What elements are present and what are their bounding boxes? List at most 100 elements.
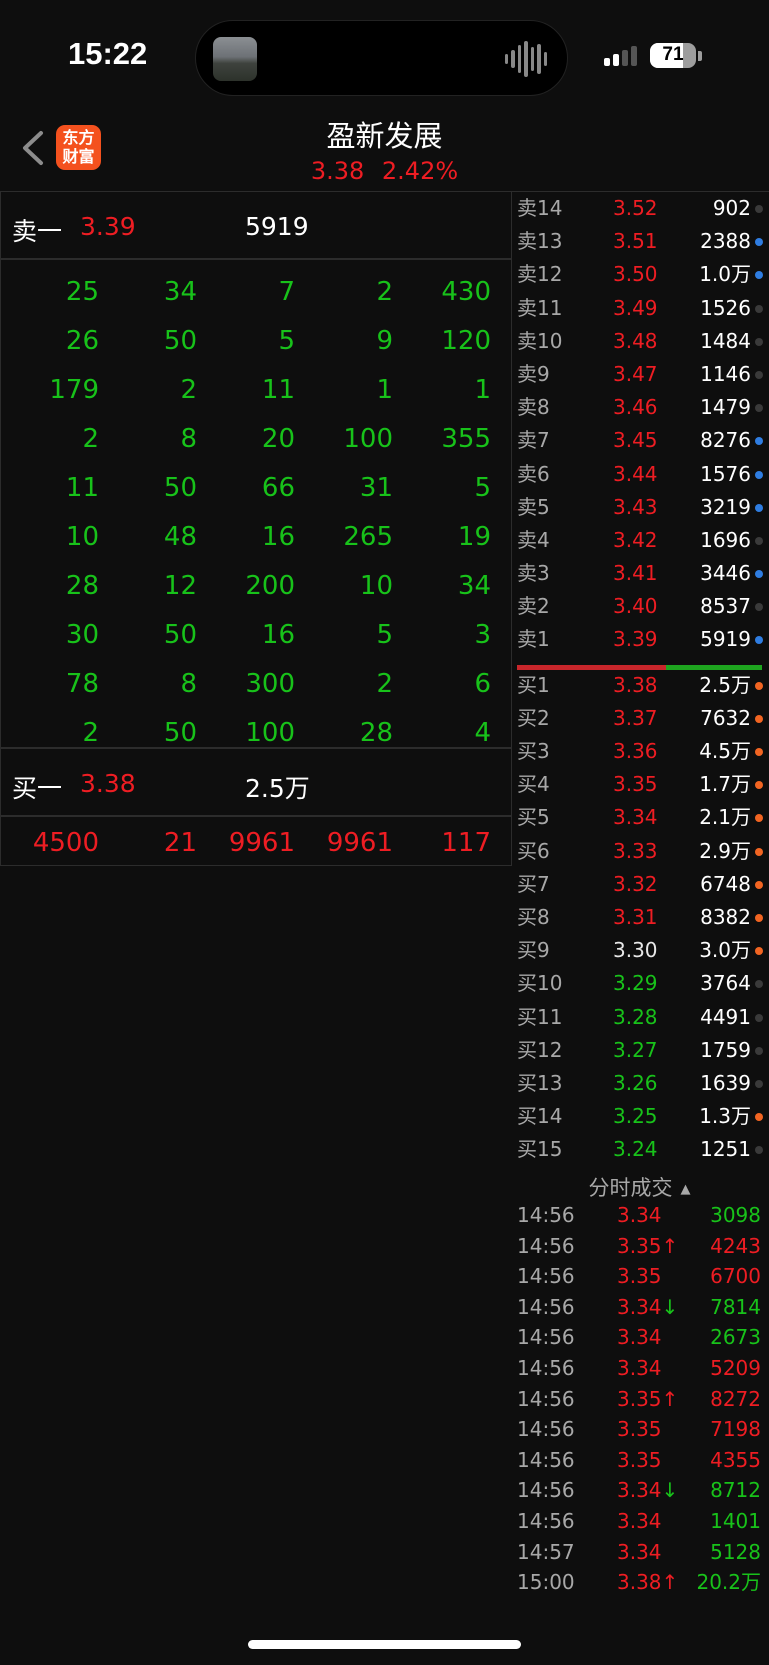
arrow-up-icon: ↑ — [661, 1570, 679, 1595]
buy1-row[interactable]: 买一 3.38 2.5万 — [1, 749, 511, 817]
ask-level[interactable]: 卖4 3.42 1696 — [517, 524, 769, 557]
level-label: 买14 — [517, 1104, 563, 1129]
audio-waveform-icon — [505, 41, 547, 77]
queue-order-size: 9 — [376, 326, 393, 356]
order-dot-icon — [755, 370, 763, 379]
trade-row: 14:56 3.35↑ 8272 — [517, 1384, 769, 1415]
ask-level[interactable]: 卖12 3.50 1.0万 — [517, 258, 769, 291]
trade-row: 14:56 3.35 6700 — [517, 1261, 769, 1292]
bid-level[interactable]: 买2 3.37 7632 — [517, 702, 769, 735]
trade-list[interactable]: 14:56 3.34 3098 14:56 3.35↑ 4243 14:56 3.35 6700… — [517, 1200, 769, 1598]
trade-price: 3.35 — [617, 1386, 662, 1411]
level-volume: 1696 — [700, 527, 751, 552]
arrow-up-icon: ↑ — [661, 1386, 679, 1411]
sell-ratio-segment — [666, 665, 762, 670]
order-dot-icon — [755, 814, 763, 823]
level-volume: 1251 — [700, 1137, 751, 1162]
ask-levels: 卖14 3.52 902 卖13 3.51 2388 卖12 3.50 1.0万 卖11 3.49 1… — [517, 192, 769, 657]
level-price: 3.52 — [613, 196, 658, 220]
sell1-row[interactable]: 卖一 3.39 5919 — [1, 192, 511, 260]
queue-order-size: 200 — [245, 571, 295, 601]
bid-level[interactable]: 买5 3.34 2.1万 — [517, 801, 769, 834]
level-price: 3.34 — [613, 805, 658, 830]
trade-price-cell: 3.38↑ — [617, 1567, 679, 1598]
bid-level[interactable]: 买3 3.36 4.5万 — [517, 735, 769, 768]
ask-level[interactable]: 卖8 3.46 1479 — [517, 391, 769, 424]
queue-order-size: 8 — [180, 424, 197, 454]
level-price: 3.44 — [613, 461, 658, 486]
level-label: 卖11 — [517, 295, 563, 320]
bid-level[interactable]: 买8 3.31 8382 — [517, 901, 769, 934]
ask-level[interactable]: 卖2 3.40 8537 — [517, 590, 769, 623]
ask-level[interactable]: 卖11 3.49 1526 — [517, 292, 769, 325]
bid-level[interactable]: 买4 3.35 1.7万 — [517, 768, 769, 801]
ask-level[interactable]: 卖9 3.47 1146 — [517, 358, 769, 391]
ask-level[interactable]: 卖1 3.39 5919 — [517, 623, 769, 656]
ask-level[interactable]: 卖3 3.41 3446 — [517, 557, 769, 590]
bid-level[interactable]: 买9 3.30 3.0万 — [517, 934, 769, 967]
order-dot-icon — [755, 980, 763, 989]
buy1-order-queue: 4500 21 9961 9961 117 — [1, 817, 511, 869]
level-volume: 4491 — [700, 1004, 751, 1029]
level-volume: 2.5万 — [699, 672, 751, 697]
trade-price-cell: 3.34 — [617, 1506, 662, 1537]
ask-level[interactable]: 卖5 3.43 3219 — [517, 491, 769, 524]
order-dot-icon — [755, 636, 763, 645]
queue-order-size: 66 — [261, 473, 295, 503]
level-price: 3.43 — [613, 494, 658, 519]
bid-level[interactable]: 买1 3.38 2.5万 — [517, 669, 769, 702]
trade-price-cell: 3.35 — [617, 1445, 662, 1476]
queue-row: 11 50 66 31 5 — [1, 464, 511, 513]
trade-row: 14:56 3.34 2673 — [517, 1322, 769, 1353]
home-indicator[interactable] — [248, 1640, 521, 1649]
trade-row: 14:56 3.34 5209 — [517, 1353, 769, 1384]
order-book: 卖14 3.52 902 卖13 3.51 2388 卖12 3.50 1.0万 卖11 3.49 1… — [517, 192, 769, 1166]
bid-level[interactable]: 买10 3.29 3764 — [517, 967, 769, 1000]
queue-order-size: 2 — [180, 375, 197, 405]
bid-level[interactable]: 买6 3.33 2.9万 — [517, 835, 769, 868]
ask-level[interactable]: 卖10 3.48 1484 — [517, 325, 769, 358]
ask-level[interactable]: 卖6 3.44 1576 — [517, 458, 769, 491]
ask-level[interactable]: 卖14 3.52 902 — [517, 192, 769, 225]
level-volume: 3764 — [700, 971, 751, 996]
queue-order-size: 300 — [245, 669, 295, 699]
level-label: 卖13 — [517, 229, 563, 254]
bid-level[interactable]: 买13 3.26 1639 — [517, 1067, 769, 1100]
bid-level[interactable]: 买14 3.25 1.3万 — [517, 1100, 769, 1133]
level-price: 3.35 — [613, 772, 658, 797]
level-volume: 6748 — [700, 871, 751, 896]
queue-order-size: 34 — [457, 571, 491, 601]
queue-order-size: 48 — [163, 522, 197, 552]
bid-level[interactable]: 买12 3.27 1759 — [517, 1034, 769, 1067]
trade-time: 14:56 — [517, 1203, 575, 1227]
order-dot-icon — [755, 205, 763, 213]
level-label: 买13 — [517, 1070, 563, 1095]
trade-price: 3.34 — [617, 1294, 662, 1319]
trade-time: 14:56 — [517, 1417, 575, 1442]
queue-order-size: 1 — [376, 375, 393, 405]
level-price: 3.36 — [613, 739, 658, 763]
level-price: 3.41 — [613, 561, 658, 586]
buy1-volume: 2.5万 — [245, 774, 310, 803]
level-label: 买9 — [517, 938, 550, 963]
dynamic-island[interactable] — [195, 20, 568, 96]
queue-order-size: 50 — [163, 326, 197, 356]
ask-level[interactable]: 卖7 3.45 8276 — [517, 424, 769, 457]
bid-level[interactable]: 买7 3.32 6748 — [517, 868, 769, 901]
sell1-price: 3.39 — [80, 212, 136, 241]
trades-toggle[interactable]: 分时成交 ▲ — [517, 1172, 762, 1202]
level-label: 买11 — [517, 1004, 563, 1029]
level-price: 3.33 — [613, 838, 658, 863]
bid-level[interactable]: 买15 3.24 1251 — [517, 1133, 769, 1166]
ask-level[interactable]: 卖13 3.51 2388 — [517, 225, 769, 258]
trade-time: 15:00 — [517, 1570, 575, 1595]
bid-level[interactable]: 买11 3.28 4491 — [517, 1001, 769, 1034]
trade-price-cell: 3.35↑ — [617, 1384, 679, 1415]
trade-time: 14:56 — [517, 1355, 575, 1380]
trade-price: 3.35 — [617, 1264, 662, 1289]
trade-price: 3.38 — [617, 1570, 662, 1595]
trade-price-cell: 3.35↑ — [617, 1231, 678, 1262]
trade-price: 3.35 — [617, 1417, 662, 1442]
trade-price-cell: 3.34↓ — [617, 1292, 678, 1323]
trade-price-cell: 3.34 — [617, 1322, 662, 1353]
